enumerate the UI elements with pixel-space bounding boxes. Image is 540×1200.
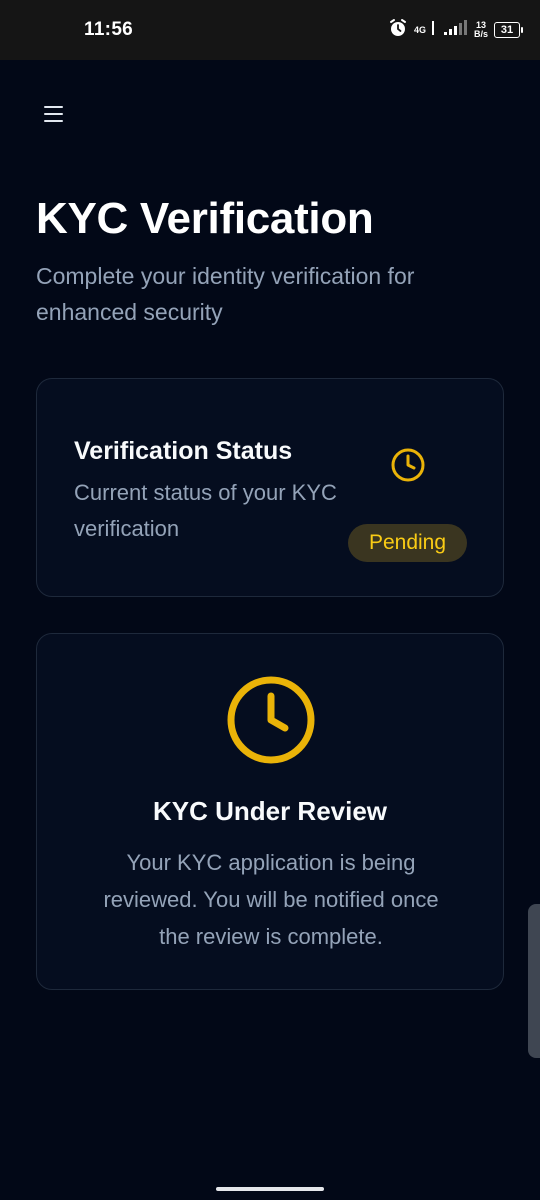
review-card-description: Your KYC application is being reviewed. …	[103, 850, 439, 949]
clock-icon	[389, 446, 427, 484]
menu-icon[interactable]	[42, 104, 68, 124]
edge-panel-handle[interactable]	[528, 904, 540, 1058]
network-type: 4G	[413, 24, 426, 35]
alarm-icon	[388, 18, 408, 43]
status-time: 11:56	[84, 19, 134, 40]
menu-line	[44, 106, 63, 108]
kyc-review-card: KYC Under Review Your KYC application is…	[36, 633, 504, 990]
status-card-title: Verification Status	[74, 437, 293, 465]
signal-icon	[431, 18, 468, 43]
gesture-nav-bar[interactable]	[216, 1187, 324, 1191]
data-rate-unit: B/s	[473, 29, 488, 39]
clock-icon	[225, 674, 317, 766]
status-badge: Pending	[348, 524, 467, 562]
menu-line	[44, 113, 63, 115]
page-title: KYC Verification	[36, 194, 374, 243]
battery-icon: 31	[494, 22, 523, 38]
review-card-title: KYC Under Review	[152, 796, 388, 826]
status-icons: 4G 13 B/s 31	[388, 17, 523, 43]
battery-level: 31	[500, 24, 514, 36]
status-card-description: Current status of your KYC verification	[74, 480, 337, 541]
menu-line	[44, 120, 63, 122]
data-rate: 13 B/s	[474, 21, 488, 39]
verification-status-card: Verification Status Current status of yo…	[36, 378, 504, 597]
status-bar: 11:56 4G 13 B/s 31	[0, 0, 540, 60]
network-type-label: 4G	[413, 24, 426, 35]
page-subtitle: Complete your identity verification for …	[36, 263, 415, 325]
